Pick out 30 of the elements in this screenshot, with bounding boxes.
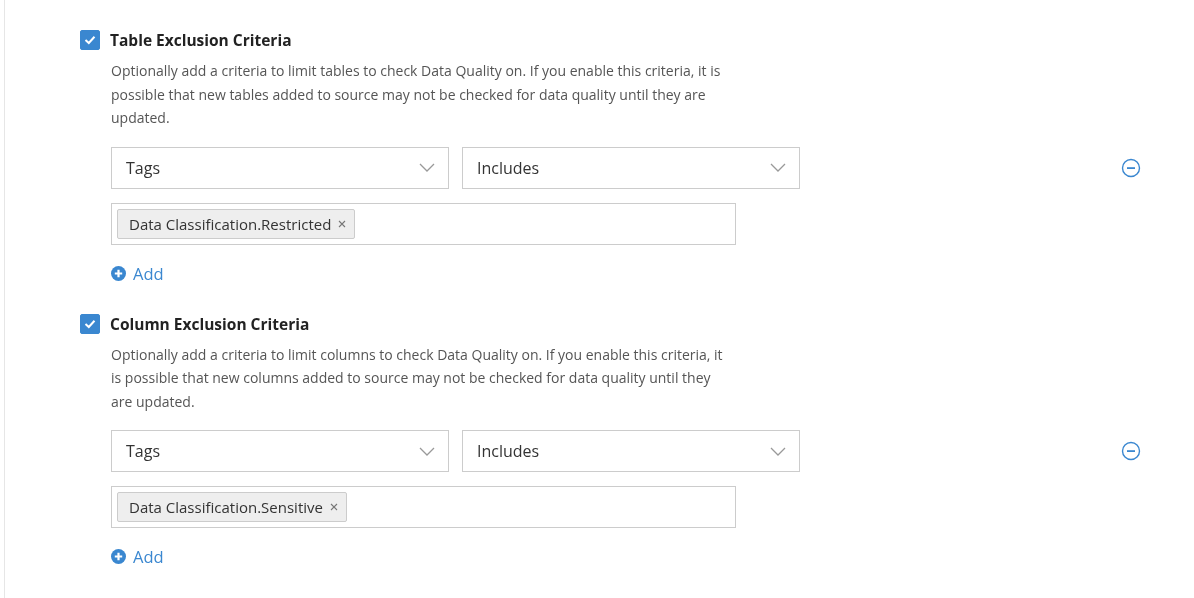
checkbox[interactable] [80,313,100,334]
checkmark-icon [84,35,96,45]
dropdown[interactable]: Includes [462,146,800,189]
dropdown[interactable]: Tags [111,430,449,472]
dropdown[interactable]: Includes [462,430,800,472]
add-link[interactable]: Add [111,545,164,568]
minus-circle-icon [1121,157,1141,178]
section-title: Table Exclusion Criteria [110,29,292,51]
plus-circle-icon [111,265,126,281]
tag-input-field[interactable]: Data Classification.Restricted [111,202,736,245]
close-icon [329,503,338,511]
description: Optionally add a criteria to limit columns to check Data Quality on. If you enable this criteria, it is possible that new columns added to source may not be checked for data quality until they are updated. [111,343,724,413]
remove-button[interactable] [1121,157,1141,178]
remove-button[interactable] [1121,441,1141,461]
section-title: Column Exclusion Criteria [110,312,310,335]
chevron-down-icon [770,446,786,456]
checkmark-icon [84,318,96,329]
chevron-down-icon [770,163,786,172]
tag-input-field[interactable]: Data Classification.Sensitive [111,486,736,528]
add-link[interactable]: Add [111,261,164,285]
description: Optionally add a criteria to limit tables to check Data Quality on. If you enable this criteria, it is possible that new tables added to source may not be checked for data quality until they are updated. [111,60,722,129]
plus-circle-icon [111,549,126,564]
chevron-down-icon [419,163,435,172]
tag-chip: Data Classification.Sensitive [117,492,347,522]
close-icon [338,219,347,228]
minus-circle-icon [1121,441,1141,461]
checkbox[interactable] [80,30,100,50]
chevron-down-icon [419,446,435,456]
dropdown[interactable]: Tags [111,146,449,189]
tag-chip: Data Classification.Restricted [117,208,356,239]
